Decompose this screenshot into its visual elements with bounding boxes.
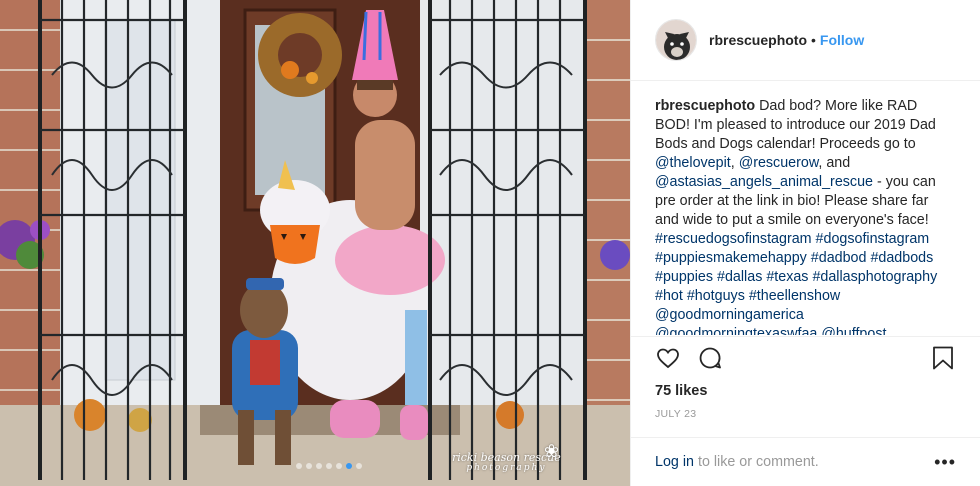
avatar[interactable]	[655, 19, 697, 61]
comment-icon[interactable]	[697, 345, 723, 371]
post-header: rbrescuephoto • Follow	[631, 0, 980, 81]
paw-icon: ❀	[544, 441, 560, 462]
header-username[interactable]: rbrescuephoto	[709, 32, 807, 48]
hashtag-link[interactable]: @goodmorningtexaswfaa	[655, 326, 817, 335]
photo-watermark: ricki beason rescue photography ❀	[452, 442, 561, 474]
hashtag-link[interactable]: #puppies	[655, 269, 713, 285]
hashtag-link[interactable]: #hot	[655, 288, 683, 304]
bookmark-icon[interactable]	[930, 345, 956, 371]
mention-link[interactable]: @rescuerow	[739, 155, 819, 171]
photo-scene	[0, 0, 630, 486]
hashtag-link[interactable]: #dogsofinstagram	[816, 231, 930, 247]
post-side-panel: rbrescuephoto • Follow rbrescuephoto Dad…	[630, 0, 980, 486]
follow-button[interactable]: Follow	[820, 32, 864, 48]
hashtag-link[interactable]: #dadbods	[870, 250, 933, 266]
post-date[interactable]: JULY 23	[655, 408, 956, 420]
carousel-dot[interactable]	[336, 463, 342, 469]
heart-icon[interactable]	[655, 345, 681, 371]
hashtag-link[interactable]: @goodmorningamerica	[655, 307, 804, 323]
login-link[interactable]: Log in	[655, 454, 694, 470]
hashtag-list: #rescuedogsofinstagram #dogsofinstagram …	[655, 231, 937, 335]
action-icon-row	[655, 337, 956, 379]
hashtag-link[interactable]: #dallasphotography	[812, 269, 937, 285]
caption-username[interactable]: rbrescuephoto	[655, 98, 755, 114]
header-separator: •	[811, 32, 816, 48]
caption-text: ,	[730, 155, 735, 171]
carousel-dot[interactable]	[326, 463, 332, 469]
hashtag-link[interactable]: #theellenshow	[749, 288, 840, 304]
mention-link[interactable]: @astasias_angels_animal_rescue	[655, 174, 873, 190]
mention-link[interactable]: @thelovepit	[655, 155, 731, 171]
watermark-subtext: photography	[466, 463, 547, 474]
like-count[interactable]: 75 likes	[655, 383, 956, 399]
post-actions: 75 likes JULY 23	[631, 336, 980, 420]
carousel-dot[interactable]	[296, 463, 302, 469]
hashtag-link[interactable]: #texas	[766, 269, 808, 285]
post-photo[interactable]: ricki beason rescue photography ❀	[0, 0, 630, 486]
carousel-dot[interactable]	[316, 463, 322, 469]
login-prompt-text: to like or comment.	[697, 454, 819, 470]
post-footer: Log in to like or comment. •••	[631, 437, 980, 486]
hashtag-link[interactable]: #rescuedogsofinstagram	[655, 231, 812, 247]
carousel-dot[interactable]	[356, 463, 362, 469]
carousel-indicator[interactable]	[296, 463, 362, 469]
hashtag-link[interactable]: @huffpost	[821, 326, 886, 335]
hashtag-link[interactable]: #hotguys	[687, 288, 745, 304]
caption-text: , and	[818, 155, 851, 171]
carousel-dot[interactable]	[346, 463, 352, 469]
dog-avatar-icon	[656, 20, 696, 60]
hashtag-link[interactable]: #dallas	[717, 269, 762, 285]
hashtag-link[interactable]: #puppiesmakemehappy	[655, 250, 807, 266]
more-options-icon[interactable]: •••	[934, 453, 956, 471]
instagram-post: ricki beason rescue photography ❀ rbresc…	[0, 0, 980, 486]
post-caption: rbrescuephoto Dad bod? More like RAD BOD…	[631, 81, 980, 335]
carousel-dot[interactable]	[306, 463, 312, 469]
hashtag-link[interactable]: #dadbod	[811, 250, 867, 266]
